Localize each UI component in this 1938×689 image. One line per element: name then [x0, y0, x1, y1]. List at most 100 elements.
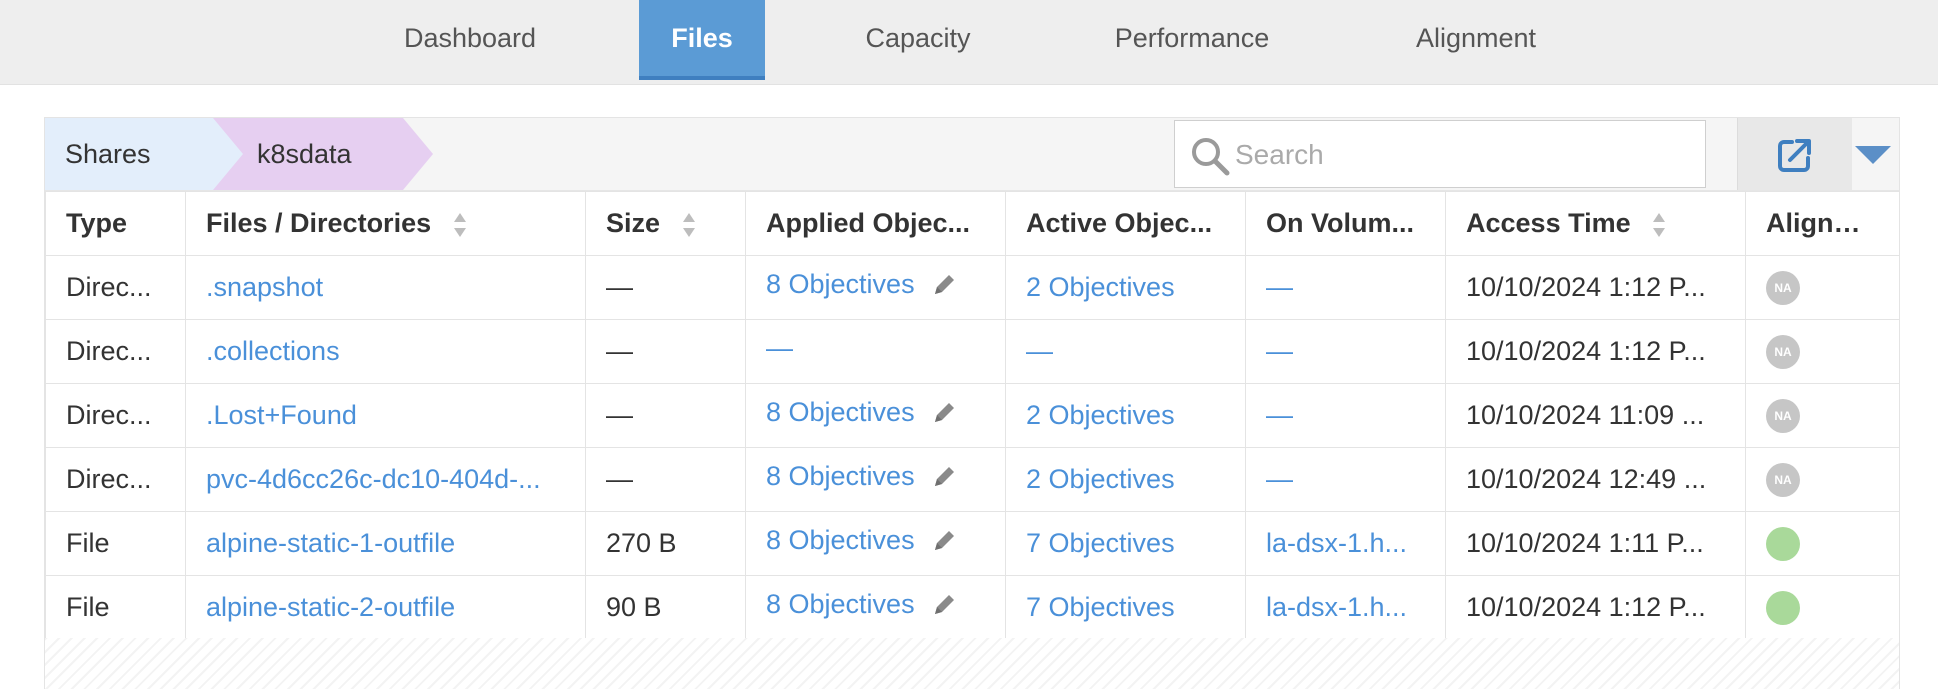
file-link[interactable]: .collections [206, 336, 340, 366]
search-input[interactable] [1233, 131, 1697, 179]
cell-access-time: 10/10/2024 1:12 P... [1445, 575, 1746, 640]
table-row[interactable]: Direc... .Lost+Found — 8 Objectives 2 Object… [45, 383, 1900, 448]
volume-link[interactable]: la-dsx-1.h... [1266, 592, 1407, 622]
edit-icon[interactable] [931, 400, 957, 426]
table-row[interactable]: Direc... .collections — — — — 10/10/2024 1:12 … [45, 319, 1900, 384]
cell-applied-objectives[interactable]: — [745, 319, 1006, 384]
file-link[interactable]: alpine-static-1-outfile [206, 528, 455, 558]
cell-active-objectives[interactable]: 7 Objectives [1005, 575, 1246, 640]
top-nav-bar: Dashboard Files Capacity Performance Ali… [0, 0, 1938, 85]
external-link-icon [1778, 139, 1811, 172]
cell-applied-objectives[interactable]: 8 Objectives [745, 511, 1006, 576]
breadcrumb-arrow [213, 118, 243, 190]
files-toolbar: k8sdata Shares [45, 118, 1899, 191]
cell-on-volume[interactable]: la-dsx-1.h... [1245, 575, 1446, 640]
table-row[interactable]: File alpine-static-2-outfile 90 B 8 Objecti… [45, 575, 1900, 640]
cell-on-volume[interactable]: — [1245, 447, 1446, 512]
col-header-applied-objectives[interactable]: Applied Objec... [745, 191, 1006, 256]
open-external-button[interactable] [1737, 118, 1852, 190]
volume-link[interactable]: — [1266, 464, 1293, 494]
cell-active-objectives[interactable]: — [1005, 319, 1246, 384]
cell-active-objectives[interactable]: 2 Objectives [1005, 383, 1246, 448]
col-header-active-objectives[interactable]: Active Objec... [1005, 191, 1246, 256]
col-header-alignment[interactable]: Alignm... [1745, 191, 1900, 256]
volume-link[interactable]: — [1266, 272, 1293, 302]
dropdown-button[interactable] [1853, 142, 1893, 172]
col-header-files[interactable]: Files / Directories [185, 191, 586, 256]
applied-objectives-link[interactable]: 8 Objectives [766, 589, 915, 619]
cell-name[interactable]: alpine-static-2-outfile [185, 575, 586, 640]
tab-dashboard[interactable]: Dashboard [372, 0, 568, 80]
cell-alignment: NA [1745, 447, 1900, 512]
tab-alignment[interactable]: Alignment [1390, 0, 1562, 80]
cell-type: File [45, 511, 186, 576]
sort-icon[interactable] [1652, 211, 1666, 239]
active-objectives-link[interactable]: 2 Objectives [1026, 400, 1175, 430]
tab-files[interactable]: Files [639, 0, 765, 80]
alignment-na-badge: NA [1766, 270, 1800, 305]
volume-link[interactable]: — [1266, 400, 1293, 430]
alignment-na-badge: NA [1766, 462, 1800, 497]
col-header-on-volume[interactable]: On Volum... [1245, 191, 1446, 256]
sort-icon[interactable] [682, 211, 696, 239]
cell-on-volume[interactable]: — [1245, 383, 1446, 448]
file-link[interactable]: .Lost+Found [206, 400, 357, 430]
col-header-access-time[interactable]: Access Time [1445, 191, 1746, 256]
cell-active-objectives[interactable]: 7 Objectives [1005, 511, 1246, 576]
table-body: Direc... .snapshot — 8 Objectives 2 Objectiv… [45, 255, 1900, 640]
table-row[interactable]: Direc... pvc-4d6cc26c-dc10-404d-... — 8 Obj… [45, 447, 1900, 512]
cell-name[interactable]: .snapshot [185, 255, 586, 320]
active-objectives-link[interactable]: 7 Objectives [1026, 592, 1175, 622]
cell-on-volume[interactable]: — [1245, 255, 1446, 320]
sort-icon[interactable] [453, 211, 467, 239]
cell-active-objectives[interactable]: 2 Objectives [1005, 447, 1246, 512]
edit-icon[interactable] [931, 272, 957, 298]
volume-link[interactable]: — [1266, 336, 1293, 366]
cell-on-volume[interactable]: — [1245, 319, 1446, 384]
tab-performance[interactable]: Performance [1084, 0, 1300, 80]
table-row[interactable]: File alpine-static-1-outfile 270 B 8 Object… [45, 511, 1900, 576]
active-objectives-link[interactable]: 2 Objectives [1026, 464, 1175, 494]
tab-capacity[interactable]: Capacity [840, 0, 996, 80]
cell-size: — [585, 383, 746, 448]
volume-link[interactable]: la-dsx-1.h... [1266, 528, 1407, 558]
search-icon [1192, 138, 1230, 176]
cell-name[interactable]: .Lost+Found [185, 383, 586, 448]
cell-access-time: 10/10/2024 1:11 P... [1445, 511, 1746, 576]
cell-active-objectives[interactable]: 2 Objectives [1005, 255, 1246, 320]
file-link[interactable]: .snapshot [206, 272, 323, 302]
applied-objectives-link[interactable]: 8 Objectives [766, 461, 915, 491]
breadcrumb-shares[interactable]: Shares [45, 118, 213, 190]
cell-on-volume[interactable]: la-dsx-1.h... [1245, 511, 1446, 576]
edit-icon[interactable] [931, 464, 957, 490]
file-link[interactable]: alpine-static-2-outfile [206, 592, 455, 622]
applied-objectives-link[interactable]: 8 Objectives [766, 397, 915, 427]
cell-name[interactable]: alpine-static-1-outfile [185, 511, 586, 576]
active-objectives-link[interactable]: 7 Objectives [1026, 528, 1175, 558]
breadcrumb-arrow [403, 118, 433, 190]
empty-table-area [45, 638, 1899, 689]
active-objectives-link[interactable]: 2 Objectives [1026, 272, 1175, 302]
cell-alignment: NA [1745, 383, 1900, 448]
cell-name[interactable]: .collections [185, 319, 586, 384]
applied-objectives-link[interactable]: — [766, 333, 793, 363]
applied-objectives-link[interactable]: 8 Objectives [766, 525, 915, 555]
files-panel: k8sdata Shares Search Type Files / Direc… [44, 117, 1900, 689]
cell-applied-objectives[interactable]: 8 Objectives [745, 383, 1006, 448]
cell-alignment [1745, 511, 1900, 576]
cell-applied-objectives[interactable]: 8 Objectives [745, 447, 1006, 512]
file-link[interactable]: pvc-4d6cc26c-dc10-404d-... [206, 464, 541, 494]
cell-applied-objectives[interactable]: 8 Objectives [745, 575, 1006, 640]
cell-applied-objectives[interactable]: 8 Objectives [745, 255, 1006, 320]
col-header-size[interactable]: Size [585, 191, 746, 256]
cell-size: 90 B [585, 575, 746, 640]
edit-icon[interactable] [931, 592, 957, 618]
cell-name[interactable]: pvc-4d6cc26c-dc10-404d-... [185, 447, 586, 512]
cell-access-time: 10/10/2024 1:12 P... [1445, 319, 1746, 384]
edit-icon[interactable] [931, 528, 957, 554]
table-row[interactable]: Direc... .snapshot — 8 Objectives 2 Objectiv… [45, 255, 1900, 320]
applied-objectives-link[interactable]: 8 Objectives [766, 269, 915, 299]
col-header-type[interactable]: Type [45, 191, 186, 256]
cell-size: — [585, 319, 746, 384]
active-objectives-link[interactable]: — [1026, 336, 1053, 366]
